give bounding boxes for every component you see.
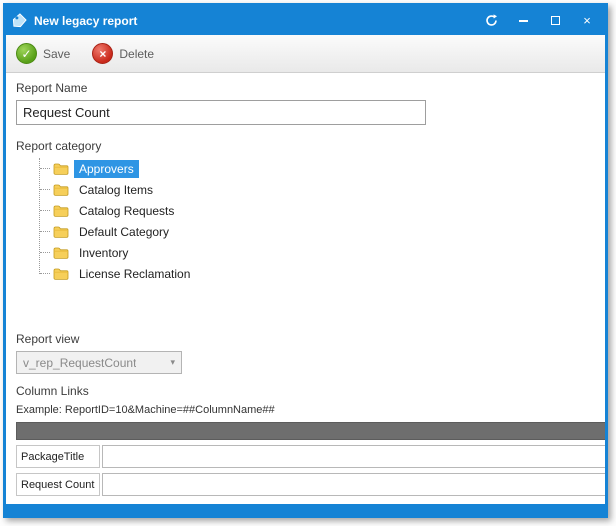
report-name-input[interactable] xyxy=(16,100,426,125)
folder-icon xyxy=(53,204,69,217)
window: New legacy report × ✓ Save × Delete Repo… xyxy=(3,3,608,518)
tree-item-2[interactable]: Catalog Requests xyxy=(40,200,595,221)
window-controls: × xyxy=(483,13,599,29)
tree-item-4[interactable]: Inventory xyxy=(40,242,595,263)
table-row: Request Count xyxy=(16,473,605,496)
report-view-selected-value: v_rep_RequestCount xyxy=(23,356,136,370)
minimize-button[interactable] xyxy=(515,13,531,29)
column-row-label: Request Count xyxy=(16,473,100,496)
tree-item-1[interactable]: Catalog Items xyxy=(40,179,595,200)
toolbar: ✓ Save × Delete xyxy=(6,35,605,73)
save-check-icon: ✓ xyxy=(16,43,37,64)
chevron-down-icon: ▾ xyxy=(170,357,175,368)
report-name-label: Report Name xyxy=(16,81,595,95)
folder-icon xyxy=(53,162,69,175)
maximize-icon xyxy=(551,16,560,25)
tree-item-label: Approvers xyxy=(74,160,139,178)
minimize-icon xyxy=(519,20,528,22)
tree-item-label: Inventory xyxy=(74,244,133,262)
report-category-label: Report category xyxy=(16,139,595,153)
column-row-input-packagetitle[interactable] xyxy=(102,445,605,468)
close-button[interactable]: × xyxy=(579,13,595,29)
table-row: PackageTitle xyxy=(16,445,605,468)
tree-item-label: Catalog Items xyxy=(74,181,158,199)
tree-item-label: Catalog Requests xyxy=(74,202,179,220)
report-view-select[interactable]: v_rep_RequestCount ▾ xyxy=(16,351,182,374)
refresh-button[interactable] xyxy=(483,13,499,29)
tree-connector xyxy=(40,168,50,169)
tree-connector xyxy=(40,273,50,274)
window-title: New legacy report xyxy=(34,14,483,28)
folder-icon xyxy=(53,225,69,238)
category-tree: Approvers Catalog Items Catalog Requests xyxy=(30,158,595,284)
column-row-label: PackageTitle xyxy=(16,445,100,468)
delete-button-label: Delete xyxy=(119,47,154,61)
save-button[interactable]: ✓ Save xyxy=(16,43,70,64)
tree-connector xyxy=(40,252,50,253)
report-view-label: Report view xyxy=(16,332,595,346)
form-body: Report Name Report category Approvers xyxy=(6,73,605,504)
report-icon xyxy=(12,13,27,28)
save-button-label: Save xyxy=(43,47,70,61)
tree-item-label: License Reclamation xyxy=(74,265,195,283)
status-bar xyxy=(6,504,605,515)
tree-item-3[interactable]: Default Category xyxy=(40,221,595,242)
folder-icon xyxy=(53,246,69,259)
tree-item-0[interactable]: Approvers xyxy=(40,158,595,179)
delete-button[interactable]: × Delete xyxy=(92,43,154,64)
delete-x-icon: × xyxy=(92,43,113,64)
tree-connector xyxy=(40,210,50,211)
folder-icon xyxy=(53,267,69,280)
folder-icon xyxy=(53,183,69,196)
tree-item-label: Default Category xyxy=(74,223,174,241)
tree-item-5[interactable]: License Reclamation xyxy=(40,263,595,284)
column-row-input-requestcount[interactable] xyxy=(102,473,605,496)
column-links-table: PackageTitle Request Count xyxy=(16,422,605,496)
tree-connector xyxy=(40,231,50,232)
maximize-button[interactable] xyxy=(547,13,563,29)
titlebar: New legacy report × xyxy=(6,6,605,35)
tree-connector xyxy=(40,189,50,190)
column-links-example: Example: ReportID=10&Machine=##ColumnNam… xyxy=(16,404,595,416)
column-links-label: Column Links xyxy=(16,384,595,398)
column-links-table-header xyxy=(16,422,605,440)
